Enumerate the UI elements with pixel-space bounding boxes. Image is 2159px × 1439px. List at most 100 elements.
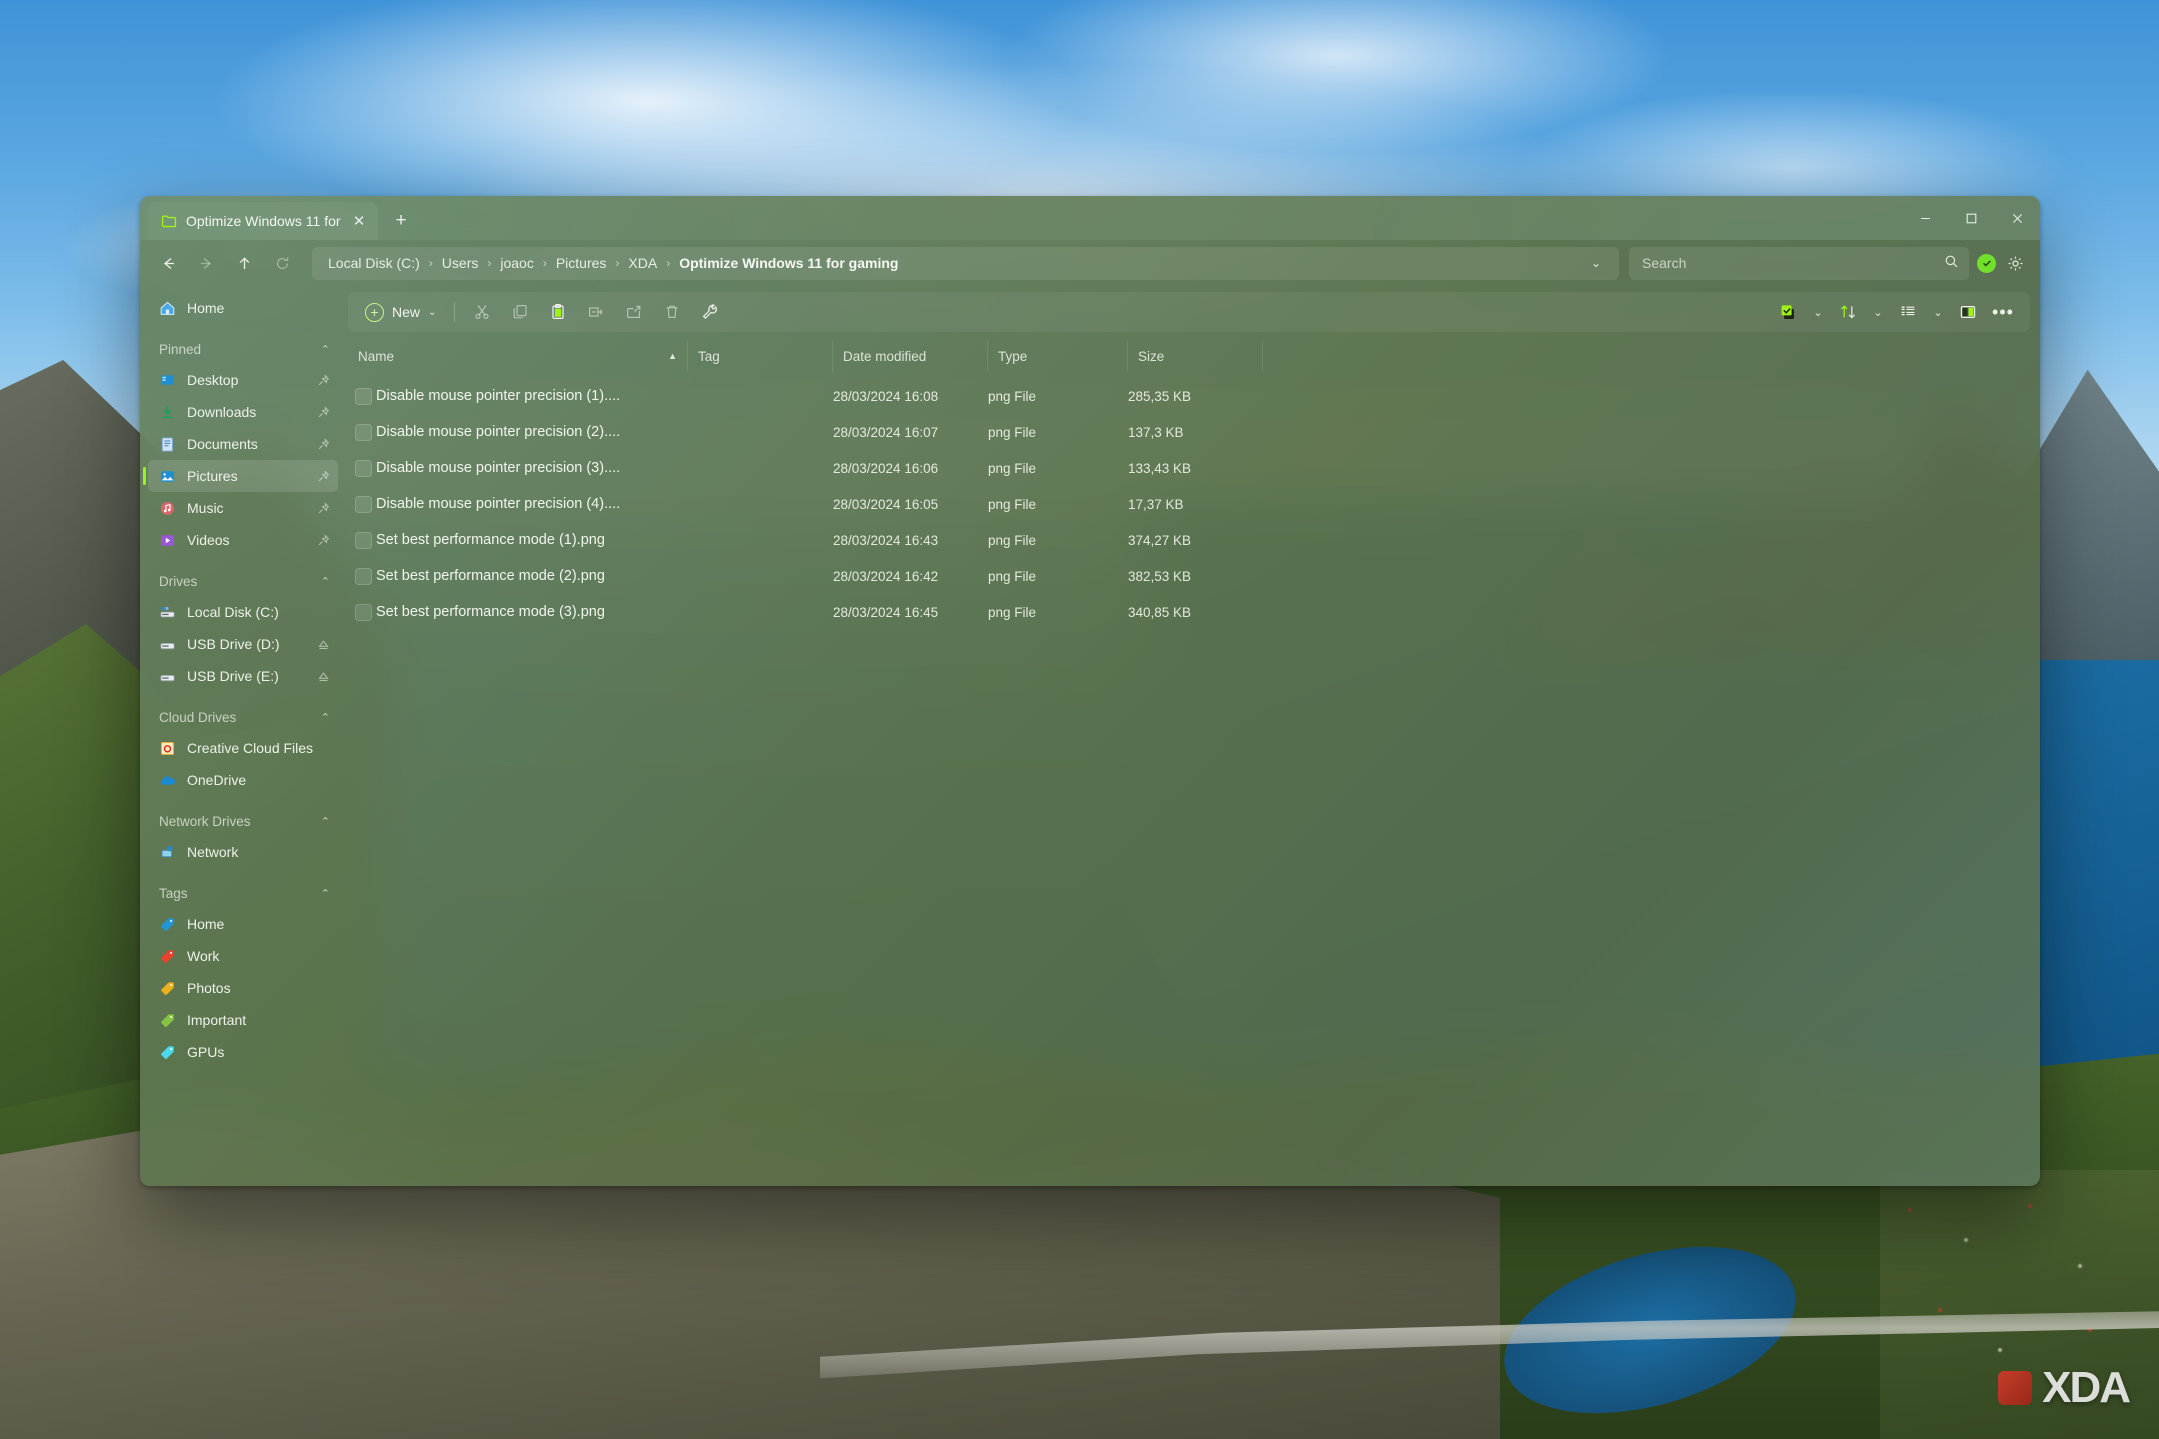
pin-icon[interactable] bbox=[316, 469, 330, 483]
sidebar-item-tag-important[interactable]: Important bbox=[148, 1004, 338, 1036]
rename-button[interactable] bbox=[578, 297, 614, 327]
eject-icon[interactable] bbox=[316, 638, 330, 651]
row-checkbox[interactable] bbox=[348, 567, 376, 585]
checkbox-icon[interactable] bbox=[354, 603, 372, 621]
sidebar-item-usb-drive-d[interactable]: USB Drive (D:) bbox=[148, 628, 338, 660]
eject-icon[interactable] bbox=[316, 670, 330, 683]
table-row[interactable]: Disable mouse pointer precision (4).... … bbox=[348, 486, 2030, 522]
table-row[interactable]: Disable mouse pointer precision (1).... … bbox=[348, 378, 2030, 414]
sidebar-item-music[interactable]: Music bbox=[148, 492, 338, 524]
new-tab-button[interactable]: + bbox=[386, 206, 416, 236]
row-checkbox[interactable] bbox=[348, 387, 376, 405]
sidebar-item-tag-photos[interactable]: Photos bbox=[148, 972, 338, 1004]
search-icon[interactable] bbox=[1944, 254, 1959, 273]
sidebar-item-videos[interactable]: Videos bbox=[148, 524, 338, 556]
sidebar-item-onedrive[interactable]: OneDrive bbox=[148, 764, 338, 796]
breadcrumb-bar[interactable]: Local Disk (C:) › Users › joaoc › Pictur… bbox=[312, 246, 1619, 280]
pin-icon[interactable] bbox=[316, 373, 330, 387]
up-button[interactable] bbox=[226, 247, 262, 279]
tab-optimize-windows-11-for-gaming[interactable]: Optimize Windows 11 for gami ✕ bbox=[148, 202, 378, 240]
overflow-menu-button[interactable]: ••• bbox=[1986, 297, 2020, 327]
sidebar-item-tag-home[interactable]: Home bbox=[148, 908, 338, 940]
window-close-button[interactable] bbox=[1994, 196, 2040, 240]
maximize-button[interactable] bbox=[1948, 196, 1994, 240]
sort-chevron-down-icon[interactable]: ⌄ bbox=[1866, 297, 1890, 327]
view-chevron-down-icon[interactable]: ⌄ bbox=[1926, 297, 1950, 327]
table-row[interactable]: Set best performance mode (3).png 28/03/… bbox=[348, 594, 2030, 630]
sort-button[interactable] bbox=[1830, 297, 1866, 327]
chevron-up-icon[interactable]: ⌃ bbox=[321, 711, 330, 724]
view-button[interactable] bbox=[1890, 297, 1926, 327]
file-list[interactable]: Disable mouse pointer precision (1).... … bbox=[348, 378, 2030, 1186]
minimize-button[interactable] bbox=[1902, 196, 1948, 240]
checkbox-icon[interactable] bbox=[354, 387, 372, 405]
checkbox-icon[interactable] bbox=[354, 495, 372, 513]
table-row[interactable]: Set best performance mode (2).png 28/03/… bbox=[348, 558, 2030, 594]
column-header-type[interactable]: Type bbox=[988, 340, 1128, 372]
sidebar-item-tag-work[interactable]: Work bbox=[148, 940, 338, 972]
sidebar-item-pictures[interactable]: Pictures bbox=[143, 460, 338, 492]
breadcrumb-item-0[interactable]: Local Disk (C:) bbox=[322, 252, 426, 274]
pin-icon[interactable] bbox=[316, 501, 330, 515]
chevron-down-icon[interactable]: ⌄ bbox=[1583, 256, 1609, 270]
new-button[interactable]: + New ⌄ bbox=[358, 297, 445, 327]
chevron-up-icon[interactable]: ⌃ bbox=[321, 887, 330, 900]
sidebar-group-tags[interactable]: Tags ⌃ bbox=[148, 878, 338, 908]
sidebar-item-desktop[interactable]: Desktop bbox=[148, 364, 338, 396]
sidebar-item-network[interactable]: Network bbox=[148, 836, 338, 868]
details-pane-button[interactable] bbox=[1950, 297, 1986, 327]
breadcrumb-item-5[interactable]: Optimize Windows 11 for gaming bbox=[673, 252, 904, 274]
delete-button[interactable] bbox=[654, 297, 690, 327]
cut-button[interactable] bbox=[464, 297, 500, 327]
table-row[interactable]: Disable mouse pointer precision (3).... … bbox=[348, 450, 2030, 486]
select-chevron-down-icon[interactable]: ⌄ bbox=[1806, 297, 1830, 327]
search-input[interactable] bbox=[1642, 255, 1936, 271]
breadcrumb-item-3[interactable]: Pictures bbox=[550, 252, 613, 274]
breadcrumb-item-1[interactable]: Users bbox=[436, 252, 485, 274]
sidebar-item-creative-cloud-files[interactable]: Creative Cloud Files bbox=[148, 732, 338, 764]
column-header-size[interactable]: Size bbox=[1128, 340, 1263, 372]
close-icon[interactable]: ✕ bbox=[350, 210, 368, 232]
column-header-tag[interactable]: Tag bbox=[688, 340, 833, 372]
chevron-up-icon[interactable]: ⌃ bbox=[321, 343, 330, 356]
sidebar-group-pinned[interactable]: Pinned ⌃ bbox=[148, 334, 338, 364]
checkbox-icon[interactable] bbox=[354, 459, 372, 477]
search-box[interactable] bbox=[1629, 246, 1969, 280]
row-checkbox[interactable] bbox=[348, 531, 376, 549]
breadcrumb-item-2[interactable]: joaoc bbox=[494, 252, 539, 274]
table-row[interactable]: Set best performance mode (1).png 28/03/… bbox=[348, 522, 2030, 558]
refresh-button[interactable] bbox=[264, 247, 300, 279]
share-button[interactable] bbox=[616, 297, 652, 327]
select-button[interactable] bbox=[1770, 297, 1806, 327]
checkbox-icon[interactable] bbox=[354, 423, 372, 441]
paste-button[interactable] bbox=[540, 297, 576, 327]
back-button[interactable] bbox=[150, 247, 186, 279]
chevron-up-icon[interactable]: ⌃ bbox=[321, 815, 330, 828]
pin-icon[interactable] bbox=[316, 405, 330, 419]
checkbox-icon[interactable] bbox=[354, 531, 372, 549]
sync-status-badge[interactable] bbox=[1977, 253, 1996, 273]
sidebar-group-drives[interactable]: Drives ⌃ bbox=[148, 566, 338, 596]
breadcrumb-item-4[interactable]: XDA bbox=[622, 252, 663, 274]
sidebar-item-downloads[interactable]: Downloads bbox=[148, 396, 338, 428]
pin-icon[interactable] bbox=[316, 437, 330, 451]
sidebar-item-home[interactable]: Home bbox=[148, 292, 338, 324]
sidebar-group-network-drives[interactable]: Network Drives ⌃ bbox=[148, 806, 338, 836]
copy-button[interactable] bbox=[502, 297, 538, 327]
row-checkbox[interactable] bbox=[348, 495, 376, 513]
gear-icon[interactable] bbox=[2000, 248, 2030, 278]
column-header-date-modified[interactable]: Date modified bbox=[833, 340, 988, 372]
sidebar-item-local-disk-c[interactable]: Local Disk (C:) bbox=[148, 596, 338, 628]
table-row[interactable]: Disable mouse pointer precision (2).... … bbox=[348, 414, 2030, 450]
sidebar-item-tag-gpus[interactable]: GPUs bbox=[148, 1036, 338, 1068]
sidebar-item-usb-drive-e[interactable]: USB Drive (E:) bbox=[148, 660, 338, 692]
tools-button[interactable] bbox=[692, 297, 728, 327]
row-checkbox[interactable] bbox=[348, 423, 376, 441]
chevron-down-icon[interactable]: ⌄ bbox=[428, 307, 436, 318]
sidebar-item-documents[interactable]: Documents bbox=[148, 428, 338, 460]
row-checkbox[interactable] bbox=[348, 603, 376, 621]
checkbox-icon[interactable] bbox=[354, 567, 372, 585]
chevron-up-icon[interactable]: ⌃ bbox=[321, 575, 330, 588]
pin-icon[interactable] bbox=[316, 533, 330, 547]
column-header-name[interactable]: Name ▲ bbox=[348, 340, 688, 372]
